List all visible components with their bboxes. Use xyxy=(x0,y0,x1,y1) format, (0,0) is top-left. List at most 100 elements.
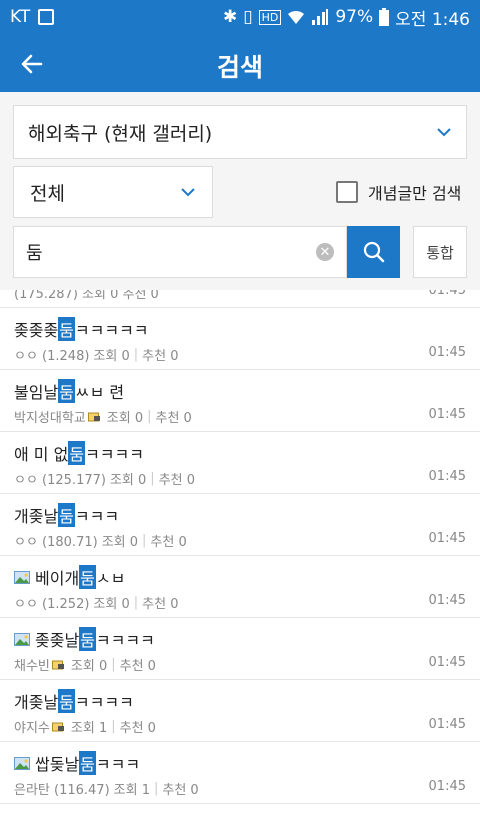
fixed-nick-icon xyxy=(51,660,64,670)
result-meta: 박지성대학교 조회 0 | 추천 0 xyxy=(14,407,192,426)
list-item[interactable]: 좆좆날 둠 ㅋㅋㅋㅋ 채수빈 조회 0 | 추천 0 01:45 xyxy=(0,618,480,680)
title-text: 개좆날 xyxy=(14,693,59,712)
vote-count: 추천 0 xyxy=(155,411,192,426)
keyword-highlight: 둠 xyxy=(58,317,75,341)
view-count: 조회 0 xyxy=(101,535,139,550)
keyword-highlight: 둠 xyxy=(79,565,96,589)
image-attachment-icon xyxy=(14,756,30,770)
result-meta: (175.287) 조회 0 추천 0 xyxy=(14,290,159,302)
list-item[interactable]: 좆좆좆 둠 ㅋㅋㅋㅋㅋ ㅇㅇ (1.248) 조회 0 | 추천 0 01:45 xyxy=(0,308,480,370)
view-count: 조회 1 xyxy=(70,721,108,736)
author: ㅇㅇ (1.248) xyxy=(14,349,90,364)
title-text: 애 미 없 xyxy=(14,445,69,464)
view-count: 조회 1 xyxy=(113,783,150,798)
result-list[interactable]: (175.287) 조회 0 추천 0 01:45 좆좆좆 둠 ㅋㅋㅋㅋㅋ ㅇㅇ (1… xyxy=(0,290,480,816)
result-time: 01:45 xyxy=(428,469,466,484)
clock: 오전 1:46 xyxy=(395,9,470,30)
search-controls: 해외축구 (현재 갤러리) 전체 개념글만 검색 둠 ✕ 통합 xyxy=(0,92,480,290)
chevron-down-icon xyxy=(437,128,451,137)
keyword-highlight: 둠 xyxy=(79,751,96,775)
scope-select[interactable]: 전체 xyxy=(13,166,213,218)
result-title: 불임날 둠 ㅆㅂ 련 xyxy=(14,379,124,403)
result-meta: ㅇㅇ (125.177) 조회 0 | 추천 0 xyxy=(14,469,195,488)
view-count: 조회 0 xyxy=(106,411,144,426)
vote-count: 추천 0 xyxy=(142,349,179,364)
scope-select-value: 전체 xyxy=(30,182,65,205)
result-title: 베이개 둠 ㅅㅂ xyxy=(14,565,125,589)
wifi-icon xyxy=(288,10,305,24)
vote-count: 추천 0 xyxy=(162,783,199,798)
gallery-select[interactable]: 해외축구 (현재 갤러리) xyxy=(13,105,467,159)
vote-count: 추천 0 xyxy=(119,721,156,736)
title-text: ㅆㅂ 련 xyxy=(74,383,125,402)
result-meta: 야지수 조회 1 | 추천 0 xyxy=(14,717,156,736)
keyword-highlight: 둠 xyxy=(58,503,75,527)
page-title: 검색 xyxy=(216,53,263,82)
gallery-select-value: 해외축구 (현재 갤러리) xyxy=(28,122,213,145)
search-icon xyxy=(363,241,384,263)
result-time: 01:45 xyxy=(428,531,466,546)
gallery-notification-icon xyxy=(38,9,55,25)
author: 은라탄 (116.47) xyxy=(14,783,110,798)
vote-count: 추천 0 xyxy=(119,659,156,674)
divider: | xyxy=(147,409,152,424)
result-time: 01:45 xyxy=(428,345,466,360)
chevron-down-icon xyxy=(181,188,195,197)
divider: | xyxy=(150,471,155,486)
result-time: 01:45 xyxy=(428,655,466,670)
divider: | xyxy=(153,781,159,796)
result-time: 01:45 xyxy=(428,290,466,298)
result-title: 개좆날 둠 ㅋㅋㅋㅋ xyxy=(14,689,134,713)
title-text: 베이개 xyxy=(35,569,80,588)
title-text: 좆좆좆 xyxy=(14,321,59,340)
title-text: ㅋㅋㅋㅋ xyxy=(74,693,134,712)
title-text: ㅋㅋㅋㅋ xyxy=(85,445,144,464)
divider: | xyxy=(111,719,116,734)
list-item[interactable]: 베이개 둠 ㅅㅂ ㅇㅇ (1.252) 조회 0 | 추천 0 01:45 xyxy=(0,556,480,618)
divider: | xyxy=(111,657,116,672)
concept-only-checkbox[interactable] xyxy=(336,181,358,203)
result-meta: ㅇㅇ (1.252) 조회 0 | 추천 0 xyxy=(14,593,178,612)
keyword-highlight: 둠 xyxy=(58,689,75,713)
app-bar: 검색 xyxy=(0,34,480,92)
signal-icon xyxy=(312,9,329,25)
title-text: ㅋㅋㅋ xyxy=(74,507,120,526)
image-attachment-icon xyxy=(14,632,30,646)
status-bar: KT ✱ ▯ HD 97% 오전 1:46 xyxy=(0,0,480,34)
author: ㅇㅇ (1.252) xyxy=(14,597,90,612)
author: ㅇㅇ (125.177) xyxy=(14,473,106,488)
battery-percent: 97% xyxy=(335,7,374,27)
search-button[interactable] xyxy=(347,226,400,278)
vote-count: 추천 0 xyxy=(150,535,187,550)
battery-icon xyxy=(379,8,390,26)
title-text: ㅅㅂ xyxy=(95,569,126,588)
list-item[interactable]: 개좆날 둠 ㅋㅋㅋㅋ 야지수 조회 1 | 추천 0 01:45 xyxy=(0,680,480,742)
result-time: 01:45 xyxy=(428,779,466,794)
fixed-nick-icon xyxy=(51,722,64,732)
divider: | xyxy=(133,595,139,610)
list-item[interactable]: 개좆날 둠 ㅋㅋㅋ ㅇㅇ (180.71) 조회 0 | 추천 0 01:45 xyxy=(0,494,480,556)
title-text: 쌉돚날 xyxy=(35,755,80,774)
integrated-search-button[interactable]: 통합 xyxy=(413,226,467,278)
carrier-label: KT xyxy=(10,7,31,27)
title-text: ㅋㅋㅋ xyxy=(95,755,141,774)
concept-only-toggle[interactable]: 개념글만 검색 xyxy=(336,180,461,204)
author: ㅇㅇ (180.71) xyxy=(14,535,98,550)
result-title: 쌉돚날 둠 ㅋㅋㅋ xyxy=(14,751,140,775)
image-attachment-icon xyxy=(14,570,30,584)
list-item-partial[interactable]: (175.287) 조회 0 추천 0 01:45 xyxy=(0,290,480,308)
list-item[interactable]: 애 미 없 둠 ㅋㅋㅋㅋ ㅇㅇ (125.177) 조회 0 | 추천 0 01:45 xyxy=(0,432,480,494)
concept-only-label: 개념글만 검색 xyxy=(368,184,462,203)
vote-count: 추천 0 xyxy=(142,597,179,612)
title-text: 개좆날 xyxy=(14,507,59,526)
title-text: 불임날 xyxy=(14,383,59,402)
list-item[interactable]: 쌉돚날 둠 ㅋㅋㅋ 은라탄 (116.47) 조회 1 | 추천 0 01:45 xyxy=(0,742,480,804)
keyword-highlight: 둠 xyxy=(58,379,75,403)
title-text: ㅋㅋㅋㅋ xyxy=(95,631,155,650)
list-item[interactable]: 불임날 둠 ㅆㅂ 련 박지성대학교 조회 0 | 추천 0 01:45 xyxy=(0,370,480,432)
clear-icon[interactable]: ✕ xyxy=(316,243,334,261)
search-input[interactable]: 둠 ✕ xyxy=(13,226,347,278)
bluetooth-icon: ✱ xyxy=(222,7,238,27)
result-meta: ㅇㅇ (1.248) 조회 0 | 추천 0 xyxy=(14,345,178,364)
result-meta: 채수빈 조회 0 | 추천 0 xyxy=(14,655,156,674)
